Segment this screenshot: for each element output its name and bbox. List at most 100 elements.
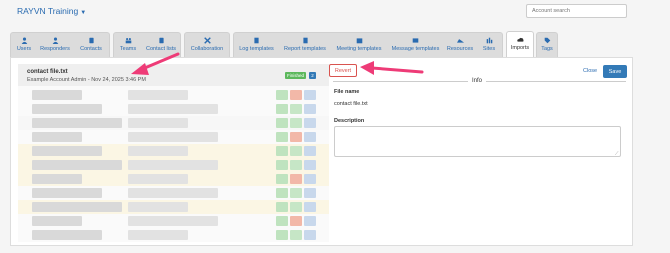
status-badge: Finished [285, 72, 307, 79]
preview-cell [128, 160, 218, 170]
user-icon [21, 37, 27, 44]
preview-cell [304, 230, 316, 240]
tag-icon [544, 37, 550, 44]
preview-cell [304, 90, 316, 100]
tab-label: Log templates [239, 46, 274, 52]
preview-cell [128, 188, 218, 198]
import-preview-row [18, 186, 329, 200]
file-name-value: contact file.txt [334, 101, 368, 107]
preview-cell [304, 188, 316, 198]
tab-label: Tags [541, 46, 553, 52]
preview-cell [128, 202, 188, 212]
tab-log-templates[interactable]: Log templates [234, 33, 279, 58]
resize-grip-icon[interactable]: ⟋ [615, 151, 619, 157]
tab-group-teams: Teams Contact lists [113, 32, 181, 57]
save-button[interactable]: Save [603, 65, 627, 78]
preview-cell [128, 118, 188, 128]
preview-cell [290, 216, 302, 226]
preview-cell [276, 230, 288, 240]
org-switcher[interactable]: RAYVN Training ▼ [17, 6, 86, 16]
preview-cell [304, 202, 316, 212]
tab-label: Users [16, 46, 32, 52]
admin-tab-bar: Users Responders Contacts Teams Contact … [10, 31, 561, 57]
collaboration-icon [203, 37, 211, 44]
preview-cell [32, 216, 82, 226]
preview-cell [290, 188, 302, 198]
preview-cell [32, 174, 82, 184]
import-file-header[interactable]: contact file.txt Example Account Admin -… [18, 64, 329, 86]
tab-sites[interactable]: Sites [476, 33, 502, 58]
tab-contact-lists[interactable]: Contact lists [142, 33, 180, 58]
tab-meeting-templates[interactable]: Meeting templates [331, 33, 387, 58]
preview-cell [128, 90, 188, 100]
description-label: Description [334, 118, 365, 124]
tab-label: Sites [482, 46, 496, 52]
preview-cell [128, 216, 218, 226]
close-link[interactable]: Close [583, 68, 597, 74]
tab-label: Message templates [391, 46, 440, 52]
preview-cell [128, 146, 188, 156]
preview-cell [290, 146, 302, 156]
preview-cell [290, 230, 302, 240]
count-badge: 2 [309, 72, 316, 79]
tab-users[interactable]: Users [11, 33, 37, 58]
tab-report-templates[interactable]: Report templates [279, 33, 331, 58]
import-preview-row [18, 228, 329, 242]
preview-cell [290, 118, 302, 128]
tab-label: Contact lists [146, 46, 176, 52]
preview-cell [290, 174, 302, 184]
tab-group-people: Users Responders Contacts [10, 32, 110, 57]
preview-cell [32, 90, 82, 100]
account-search-input[interactable] [526, 4, 627, 18]
tab-collaboration[interactable]: Collaboration [185, 33, 229, 58]
preview-cell [32, 132, 82, 142]
tab-responders[interactable]: Responders [37, 33, 73, 58]
import-preview-row [18, 172, 329, 186]
preview-cell [32, 230, 102, 240]
preview-cell [32, 160, 122, 170]
preview-cell [32, 118, 122, 128]
tab-resources[interactable]: Resources [444, 33, 476, 58]
preview-cell [32, 146, 102, 156]
message-templates-icon [412, 38, 419, 43]
import-file-meta: Example Account Admin - Nov 24, 2025 3:4… [27, 77, 146, 83]
tab-tags[interactable]: Tags [536, 32, 558, 57]
resources-icon [456, 39, 464, 43]
org-name: RAYVN Training [17, 6, 79, 16]
import-preview-row [18, 214, 329, 228]
imports-panel: contact file.txt Example Account Admin -… [10, 57, 633, 246]
tab-group-imports: Imports Tags [506, 31, 558, 57]
import-file-panel: contact file.txt Example Account Admin -… [18, 64, 329, 242]
preview-cell [304, 146, 316, 156]
preview-cell [128, 104, 218, 114]
tab-teams[interactable]: Teams [114, 33, 142, 58]
preview-cell [276, 146, 288, 156]
tab-imports[interactable]: Imports [506, 31, 534, 57]
top-bar: RAYVN Training ▼ [0, 0, 670, 24]
preview-cell [276, 132, 288, 142]
preview-cell [304, 160, 316, 170]
meeting-templates-icon [356, 38, 362, 44]
tab-group-templates: Log templates Report templates Meeting t… [233, 32, 503, 57]
contacts-icon [88, 37, 94, 44]
import-preview-row [18, 116, 329, 130]
preview-cell [276, 104, 288, 114]
tab-label: Resources [446, 46, 474, 52]
tab-contacts[interactable]: Contacts [73, 33, 109, 58]
tab-label: Responders [40, 46, 70, 52]
preview-cell [276, 174, 288, 184]
preview-cell [32, 202, 122, 212]
tab-message-templates[interactable]: Message templates [387, 33, 444, 58]
responders-icon [52, 37, 58, 44]
tab-group-collab: Collaboration [184, 32, 230, 57]
preview-cell [276, 202, 288, 212]
log-templates-icon [254, 37, 259, 44]
preview-cell [32, 188, 102, 198]
report-templates-icon [302, 37, 308, 44]
cloud-upload-icon [516, 37, 524, 42]
preview-cell [304, 118, 316, 128]
preview-cell [304, 132, 316, 142]
description-field[interactable] [334, 126, 621, 157]
preview-cell [32, 104, 102, 114]
revert-button[interactable]: Revert [329, 64, 357, 77]
